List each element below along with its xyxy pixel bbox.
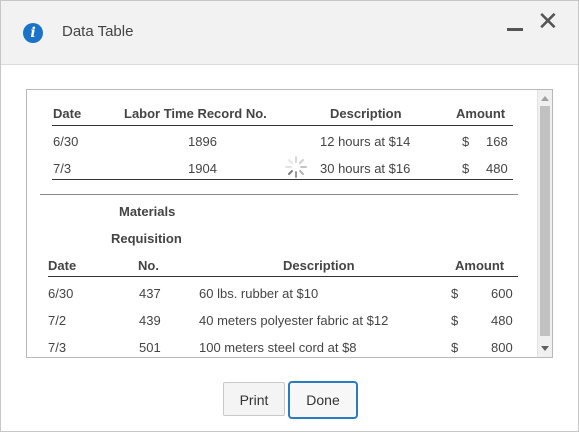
labor-header-date: Date (53, 106, 82, 121)
scroll-thumb[interactable] (540, 106, 550, 336)
scroll-up-arrow-icon[interactable] (541, 96, 549, 101)
materials-row-description: 40 meters polyester fabric at $12 (199, 313, 389, 328)
labor-row-date: 7/3 (53, 161, 72, 176)
minimize-icon[interactable] (507, 28, 523, 31)
labor-row-amount: 168 (486, 134, 508, 149)
materials-row-no: 501 (139, 340, 161, 355)
materials-header-no: No. (138, 258, 159, 273)
close-icon[interactable]: ✕ (537, 9, 561, 35)
labor-row-description: 30 hours at $16 (320, 161, 411, 176)
materials-row-description: 60 lbs. rubber at $10 (199, 286, 319, 301)
info-icon: i (23, 23, 43, 43)
labor-row-description: 12 hours at $14 (320, 134, 411, 149)
materials-header-description: Description (283, 258, 355, 273)
loading-spinner-icon (285, 156, 307, 178)
labor-header-amount: Amount (456, 106, 506, 121)
print-button[interactable]: Print (223, 382, 285, 416)
labor-row-record: 1904 (188, 161, 217, 176)
labor-header-rule (52, 125, 513, 126)
materials-header-date: Date (48, 258, 77, 273)
materials-row-amount: 800 (491, 340, 513, 355)
materials-row-amount: 480 (491, 313, 513, 328)
labor-row-record: 1896 (188, 134, 217, 149)
labor-total-rule (52, 179, 513, 180)
labor-row-amount: 480 (486, 161, 508, 176)
vertical-scrollbar[interactable] (537, 90, 552, 357)
labor-row-currency: $ (462, 134, 470, 149)
materials-row-currency: $ (451, 340, 459, 355)
title-bar: i Data Table ✕ (1, 1, 578, 65)
materials-row-no: 437 (139, 286, 161, 301)
materials-row-no: 439 (139, 313, 161, 328)
materials-row-date: 7/3 (48, 340, 67, 355)
labor-row-date: 6/30 (53, 134, 79, 149)
materials-row-date: 6/30 (48, 286, 74, 301)
labor-row-currency: $ (462, 161, 470, 176)
labor-header-record: Labor Time Record No. (124, 106, 267, 121)
section-divider (40, 194, 518, 195)
materials-row-amount: 600 (491, 286, 513, 301)
materials-row-date: 7/2 (48, 313, 67, 328)
materials-row-currency: $ (451, 313, 459, 328)
labor-header-description: Description (330, 106, 402, 121)
dialog-title: Data Table (62, 23, 134, 40)
materials-heading-line1: Materials (119, 204, 176, 219)
scroll-down-arrow-icon[interactable] (541, 346, 549, 351)
done-button[interactable]: Done (288, 381, 358, 419)
materials-heading-line2: Requisition (111, 231, 182, 246)
data-table-panel: Date Labor Time Record No. Description A… (26, 89, 553, 358)
materials-row-currency: $ (451, 286, 459, 301)
materials-header-rule (48, 276, 518, 277)
materials-row-description: 100 meters steel cord at $8 (199, 340, 357, 355)
data-table-dialog: i Data Table ✕ Date Labor Time Record No… (0, 0, 579, 432)
materials-header-amount: Amount (455, 258, 505, 273)
